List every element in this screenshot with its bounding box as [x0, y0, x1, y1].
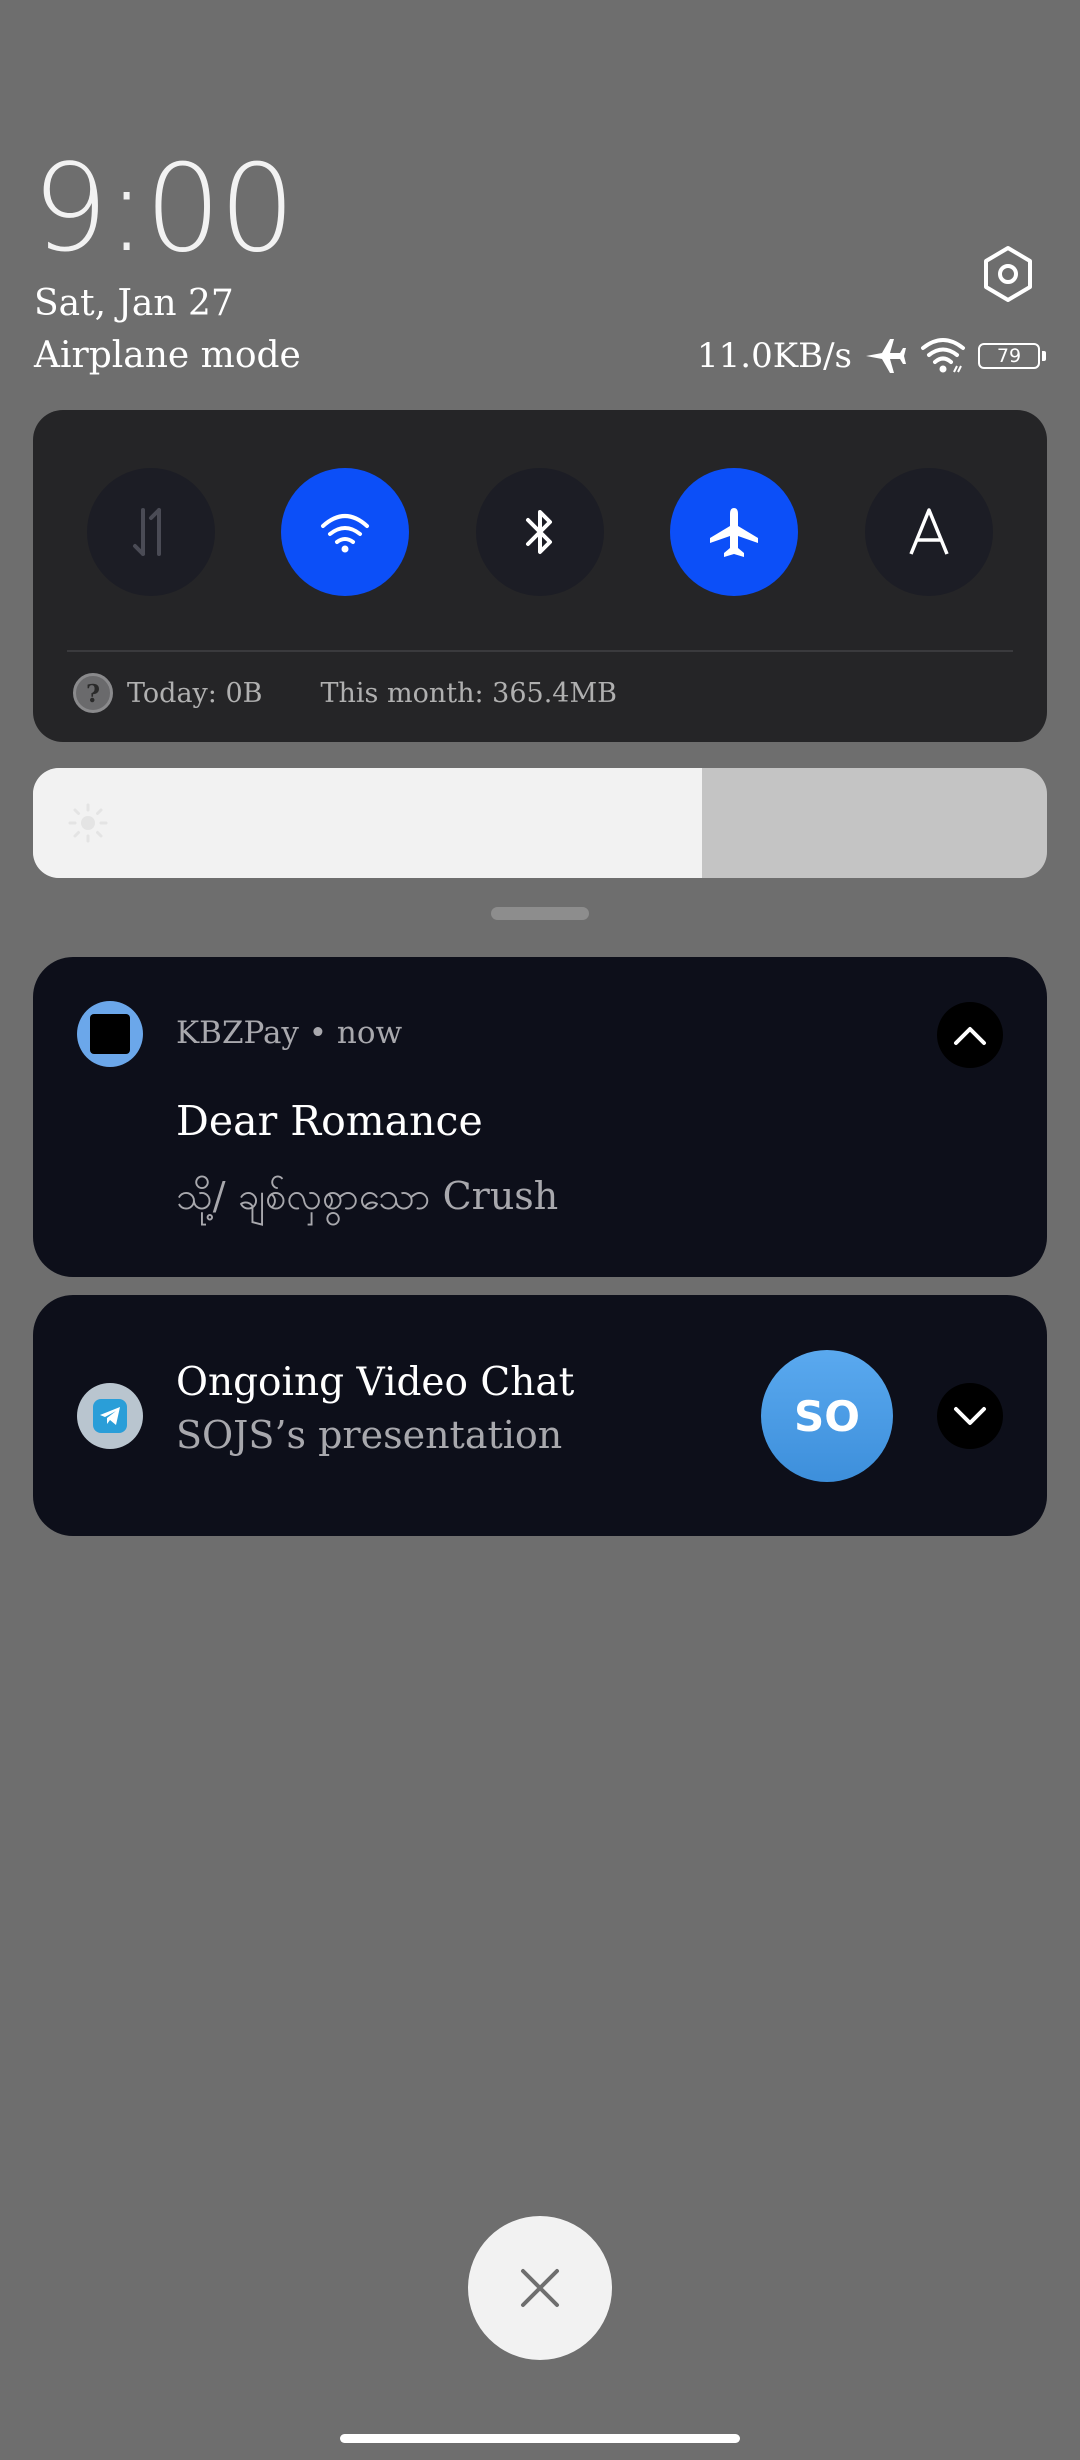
brightness-slider[interactable]: [33, 768, 1047, 878]
notification-meta: KBZPay • now: [176, 1015, 403, 1051]
paper-plane-icon: [100, 1407, 120, 1425]
notification-body: သို့/ ချစ်လှစွာသော Crush: [176, 1174, 559, 1218]
clear-all-button[interactable]: [468, 2216, 612, 2360]
kbzpay-app-icon: [77, 1001, 143, 1067]
usage-today: Today: 0B: [127, 677, 263, 709]
notification-card-kbzpay[interactable]: KBZPay • now Dear Romance သို့/ ချစ်လှစွ…: [33, 957, 1047, 1277]
help-icon: ?: [73, 673, 113, 713]
data-arrows-icon: [133, 508, 161, 556]
battery-level: 79: [996, 345, 1022, 367]
airplane-mode-toggle[interactable]: [670, 468, 798, 596]
wifi-icon: [321, 514, 369, 553]
auto-brightness-toggle[interactable]: [865, 468, 993, 596]
brightness-level-fill: [33, 768, 703, 878]
usage-month: This month: 365.4MB: [320, 677, 617, 709]
clock[interactable]: 9:00: [32, 150, 295, 270]
avatar[interactable]: SO: [761, 1350, 893, 1482]
divider: [67, 650, 1013, 652]
call-title: Ongoing Video Chat: [176, 1360, 575, 1405]
close-icon: [521, 2269, 559, 2307]
chevron-up-icon: [954, 1027, 986, 1045]
data-usage-row[interactable]: ? Today: 0B This month: 365.4MB: [73, 673, 617, 713]
home-indicator[interactable]: [340, 2434, 740, 2443]
battery-icon: 79: [978, 343, 1046, 369]
bluetooth-toggle[interactable]: [476, 468, 604, 596]
sun-icon: [68, 803, 108, 843]
wifi-status-icon: [921, 338, 965, 373]
network-mode-label: Airplane mode: [34, 335, 301, 376]
drag-handle[interactable]: [491, 907, 589, 920]
notification-title: Dear Romance: [176, 1097, 483, 1145]
notification-card-video-chat[interactable]: Ongoing Video Chat SOJS’s presentation S…: [33, 1295, 1047, 1536]
date[interactable]: Sat, Jan 27: [34, 283, 234, 324]
telegram-app-icon: [77, 1383, 143, 1449]
airplane-status-icon: [866, 339, 906, 373]
call-subtitle: SOJS’s presentation: [176, 1413, 563, 1457]
mobile-data-toggle[interactable]: [87, 468, 215, 596]
status-bar: 11.0KB/s 79: [697, 334, 1046, 378]
collapse-button[interactable]: [937, 1002, 1003, 1068]
bluetooth-icon: [526, 510, 552, 554]
settings-icon[interactable]: [978, 244, 1038, 304]
chevron-down-icon: [954, 1407, 986, 1425]
airplane-icon: [710, 508, 758, 557]
quick-settings-panel: ? Today: 0B This month: 365.4MB: [33, 410, 1047, 742]
wifi-toggle[interactable]: [281, 468, 409, 596]
letter-a-icon: [909, 508, 949, 555]
network-speed: 11.0KB/s: [697, 336, 852, 376]
expand-button[interactable]: [937, 1383, 1003, 1449]
